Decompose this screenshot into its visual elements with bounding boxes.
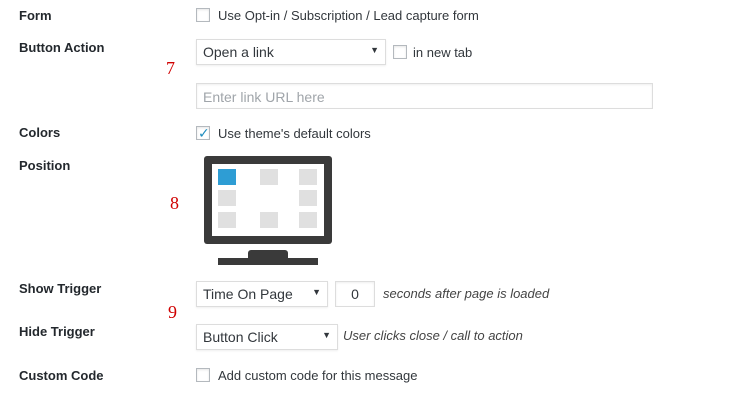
show-trigger-selected: Time On Page <box>203 286 293 302</box>
show-trigger-seconds-input[interactable]: 0 <box>335 281 375 307</box>
form-checkbox-label: Use Opt-in / Subscription / Lead capture… <box>218 8 479 23</box>
monitor-screen <box>212 164 324 236</box>
position-picker-monitor <box>204 156 332 266</box>
form-label: Form <box>19 8 52 23</box>
colors-label: Colors <box>19 125 61 140</box>
hide-trigger-suffix: User clicks close / call to action <box>343 328 523 343</box>
hide-trigger-selected: Button Click <box>203 329 278 345</box>
hide-trigger-label: Hide Trigger <box>19 324 95 339</box>
chevron-down-icon: ▼ <box>370 45 379 55</box>
new-tab-label: in new tab <box>413 45 473 60</box>
position-bottom-left[interactable] <box>218 212 236 228</box>
colors-checkbox-label: Use theme's default colors <box>218 126 371 141</box>
annotation-9: 9 <box>168 302 177 322</box>
position-top-right[interactable] <box>299 169 317 185</box>
position-top-left[interactable] <box>218 169 236 185</box>
new-tab-checkbox[interactable] <box>393 45 407 59</box>
show-trigger-label: Show Trigger <box>19 281 102 296</box>
checkmark-icon: ✓ <box>198 125 210 141</box>
position-middle-left[interactable] <box>218 190 236 206</box>
show-trigger-suffix: seconds after page is loaded <box>383 286 550 301</box>
position-middle-right[interactable] <box>299 190 317 206</box>
link-url-placeholder: Enter link URL here <box>203 89 325 105</box>
show-trigger-select[interactable]: Time On Page ▼ <box>196 281 328 307</box>
custom-code-label: Custom Code <box>19 368 104 383</box>
form-checkbox[interactable] <box>196 8 210 22</box>
monitor-stand-base <box>218 258 318 265</box>
button-action-select[interactable]: Open a link ▼ <box>196 39 386 65</box>
seconds-value: 0 <box>351 286 359 302</box>
chevron-down-icon: ▼ <box>322 330 331 340</box>
position-top-center[interactable] <box>260 169 278 185</box>
chevron-down-icon: ▼ <box>312 287 321 297</box>
hide-trigger-select[interactable]: Button Click ▼ <box>196 324 338 350</box>
position-label: Position <box>19 158 71 173</box>
position-bottom-center[interactable] <box>260 212 278 228</box>
custom-code-checkbox-label: Add custom code for this message <box>218 368 418 383</box>
button-action-label: Button Action <box>19 40 105 55</box>
monitor-frame <box>204 156 332 244</box>
position-bottom-right[interactable] <box>299 212 317 228</box>
link-url-input[interactable]: Enter link URL here <box>196 83 653 109</box>
annotation-8: 8 <box>170 193 179 213</box>
colors-checkbox[interactable]: ✓ <box>196 125 210 141</box>
button-action-selected: Open a link <box>203 44 274 60</box>
custom-code-checkbox[interactable] <box>196 368 210 382</box>
annotation-7: 7 <box>166 58 175 78</box>
monitor-stand-neck <box>248 250 288 258</box>
